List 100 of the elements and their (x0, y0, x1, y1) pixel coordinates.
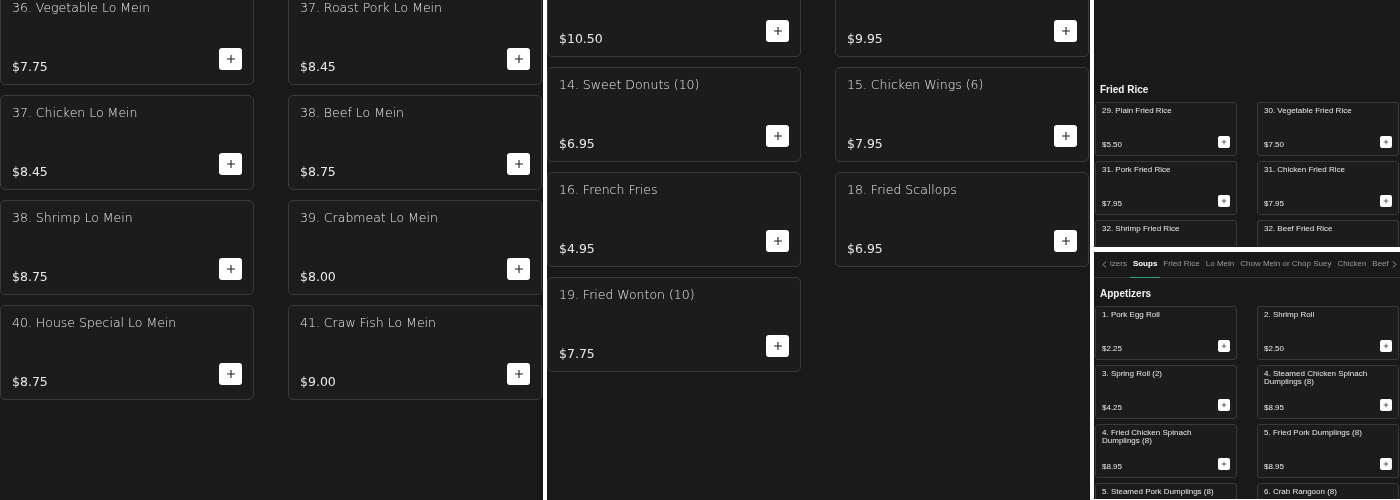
item-price: $10.50 (559, 30, 603, 49)
plus-icon (1383, 461, 1389, 467)
item-name: 15. Chicken Wings (6) (847, 76, 985, 94)
add-button[interactable] (219, 48, 242, 70)
plus-icon (513, 264, 524, 274)
item-name: 6. Crab Rangoon (8) (1264, 488, 1338, 497)
item-name: 37. Roast Pork Lo Mein (300, 0, 443, 17)
item-price: $4.95 (559, 240, 595, 259)
item-price: $4.25 (1102, 402, 1123, 414)
add-button[interactable] (219, 153, 242, 175)
add-button[interactable] (1380, 399, 1392, 411)
item-price: $2.25 (1102, 343, 1123, 355)
item-name: 18. Fried Scallops (847, 181, 958, 199)
scroll-left-icon[interactable] (1102, 261, 1107, 268)
plus-icon (772, 341, 783, 351)
plus-icon (225, 264, 236, 274)
item-price: $7.75 (559, 345, 595, 364)
item-price: $8.75 (12, 268, 48, 287)
item-name: 31. Chicken Fried Rice (1264, 166, 1346, 175)
item-price: $8.95 (1264, 402, 1285, 414)
item-price: $6.95 (847, 240, 883, 259)
add-button[interactable] (507, 258, 530, 280)
add-button[interactable] (1218, 136, 1230, 148)
add-button[interactable] (766, 20, 789, 42)
item-name: 38. Shrimp Lo Mein (12, 209, 134, 227)
item-price: $8.00 (300, 268, 336, 287)
add-button[interactable] (766, 125, 789, 147)
add-button[interactable] (219, 363, 242, 385)
plus-icon (225, 54, 236, 64)
add-button[interactable] (1380, 136, 1392, 148)
item-price: $9.95 (847, 30, 883, 49)
category-tab[interactable]: Lo Mein (1202, 252, 1238, 278)
category-tab[interactable]: Chow Mein or Chop Suey (1237, 252, 1335, 278)
add-button[interactable] (1054, 125, 1077, 147)
item-price: $7.50 (1264, 139, 1285, 151)
category-tab[interactable]: Soups (1129, 252, 1161, 278)
item-name: 31. Pork Fried Rice (1102, 166, 1172, 175)
add-button[interactable] (1380, 458, 1392, 470)
item-name: 37. Chicken Lo Mein (12, 104, 139, 122)
category-tab[interactable]: Fried Rice (1160, 252, 1203, 278)
item-price: $8.95 (1264, 461, 1285, 473)
plus-icon (772, 26, 783, 36)
plus-icon (1221, 461, 1227, 467)
plus-icon (1383, 139, 1389, 145)
category-tab[interactable]: Chicken (1334, 252, 1370, 278)
add-button[interactable] (1218, 340, 1230, 352)
section-heading: Appetizers (1099, 288, 1153, 301)
item-price: $2.50 (1264, 343, 1285, 355)
item-price: $7.95 (1264, 198, 1285, 210)
add-button[interactable] (219, 258, 242, 280)
item-name: 32. Beef Fried Rice (1264, 225, 1334, 234)
add-button[interactable] (507, 48, 530, 70)
add-button[interactable] (507, 153, 530, 175)
add-button[interactable] (1054, 20, 1077, 42)
category-tab[interactable]: Beef (1369, 252, 1392, 278)
item-price: $8.75 (300, 163, 336, 182)
item-price: $8.95 (1102, 461, 1123, 473)
item-price: $5.50 (1102, 139, 1123, 151)
item-price: $8.45 (300, 58, 336, 77)
plus-icon (1221, 343, 1227, 349)
plus-icon (772, 131, 783, 141)
item-name: 5. Steamed Pork Dumplings (8) (1102, 488, 1215, 497)
add-button[interactable] (1218, 399, 1230, 411)
item-name: 4. Fried Chicken Spinach Dumplings (8) (1102, 429, 1193, 446)
plus-icon (1383, 198, 1389, 204)
item-name: 2. Shrimp Roll (1264, 311, 1316, 320)
item-name: 4. Steamed Chicken Spinach Dumplings (8) (1264, 370, 1369, 387)
add-button[interactable] (1218, 458, 1230, 470)
item-name: 14. Sweet Donuts (10) (559, 76, 701, 94)
plus-icon (1221, 198, 1227, 204)
plus-icon (513, 159, 524, 169)
add-button[interactable] (766, 230, 789, 252)
item-price: $6.95 (559, 135, 595, 154)
item-price: $7.95 (847, 135, 883, 154)
plus-icon (1383, 402, 1389, 408)
item-name: 32. Shrimp Fried Rice (1102, 225, 1181, 234)
item-name: 19. Fried Wonton (10) (559, 286, 696, 304)
plus-icon (225, 159, 236, 169)
add-button[interactable] (1054, 230, 1077, 252)
item-name: 40. House Special Lo Mein (12, 314, 178, 332)
item-price: $8.45 (12, 163, 48, 182)
item-price: $7.75 (12, 58, 48, 77)
add-button[interactable] (1218, 195, 1230, 207)
add-button[interactable] (766, 335, 789, 357)
add-button[interactable] (1380, 340, 1392, 352)
item-name: 38. Beef Lo Mein (300, 104, 406, 122)
scroll-right-icon[interactable] (1392, 261, 1397, 268)
item-price: $9.00 (300, 373, 336, 392)
item-price: $8.75 (12, 373, 48, 392)
plus-icon (225, 369, 236, 379)
plus-icon (513, 369, 524, 379)
item-name: 3. Spring Roll (2) (1102, 370, 1164, 379)
add-button[interactable] (507, 363, 530, 385)
category-tab[interactable]: izers (1107, 252, 1130, 278)
add-button[interactable] (1380, 195, 1392, 207)
item-name: 5. Fried Pork Dumplings (8) (1264, 429, 1363, 438)
item-name: 39. Crabmeat Lo Mein (300, 209, 439, 227)
plus-icon (1060, 131, 1071, 141)
plus-icon (1060, 26, 1071, 36)
plus-icon (1060, 236, 1071, 246)
